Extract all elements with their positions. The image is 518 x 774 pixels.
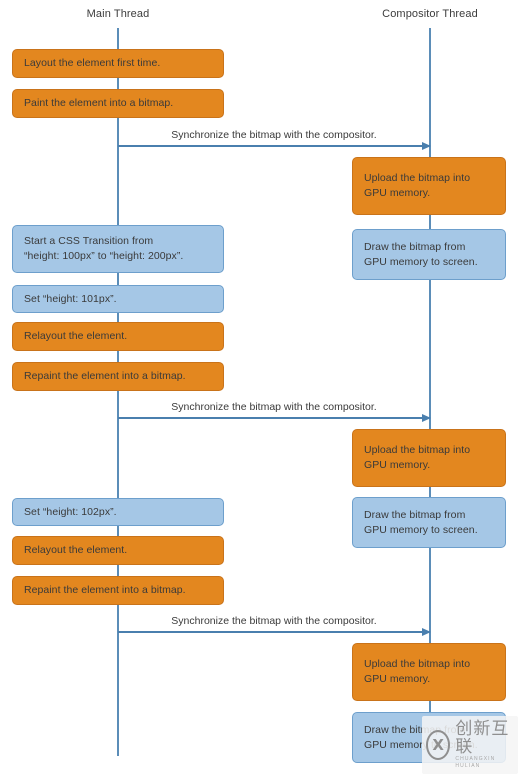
activation-box-main: Repaint the element into a bitmap.	[12, 362, 224, 391]
activation-box-main: Layout the element first time.	[12, 49, 224, 78]
arrowhead-icon	[422, 141, 431, 150]
activation-label: Draw the bitmap from GPU memory to scree…	[364, 240, 478, 268]
message-arrow	[118, 141, 431, 150]
watermark: X 创新互联 CHUANGXIN HULIAN	[422, 716, 518, 774]
activation-label: Relayout the element.	[24, 544, 128, 556]
activation-box-compositor: Upload the bitmap into GPU memory.	[352, 157, 506, 215]
lifeline-title-main: Main Thread	[86, 8, 150, 20]
sequence-diagram-canvas: Main Thread Compositor Thread Synchronize …	[0, 0, 518, 774]
activation-label: Set “height: 101px”.	[24, 292, 117, 305]
activation-label: Upload the bitmap into GPU memory.	[364, 172, 471, 199]
message-arrow	[118, 413, 431, 422]
activation-box-main: Start a CSS Transition from “height: 100…	[12, 225, 224, 273]
activation-label: Upload the bitmap into GPU memory.	[364, 658, 471, 685]
activation-label: Set “height: 102px”.	[24, 505, 117, 518]
activation-label: Start a CSS Transition from “height: 100…	[24, 235, 184, 262]
arrowhead-icon	[422, 413, 431, 422]
activation-label: Paint the element into a bitmap.	[24, 97, 174, 109]
activation-label: Repaint the element into a bitmap.	[24, 370, 186, 382]
message-arrow	[118, 627, 431, 636]
message-label: Synchronize the bitmap with the composit…	[171, 615, 377, 627]
activation-label: Relayout the element.	[24, 330, 128, 342]
activation-box-main: Set “height: 101px”.	[12, 285, 224, 313]
activation-label: Draw the bitmap from GPU memory to scree…	[364, 508, 478, 536]
lifeline-main	[117, 28, 119, 756]
activation-box-compositor: Draw the bitmap from GPU memory to scree…	[352, 497, 506, 548]
message-label: Synchronize the bitmap with the composit…	[171, 129, 377, 141]
lifeline-title-compositor: Compositor Thread	[382, 8, 478, 20]
activation-box-compositor: Upload the bitmap into GPU memory.	[352, 429, 506, 487]
message-label: Synchronize the bitmap with the composit…	[171, 401, 377, 413]
activation-label: Layout the element first time.	[24, 57, 161, 69]
activation-box-main: Relayout the element.	[12, 322, 224, 351]
activation-box-main: Repaint the element into a bitmap.	[12, 576, 224, 605]
watermark-subtitle: CHUANGXIN HULIAN	[455, 756, 496, 769]
activation-box-main: Paint the element into a bitmap.	[12, 89, 224, 118]
activation-box-compositor: Draw the bitmap from GPU memory to scree…	[352, 229, 506, 280]
activation-label: Repaint the element into a bitmap.	[24, 584, 186, 596]
watermark-name: 创新互联	[455, 719, 510, 757]
activation-label: Upload the bitmap into GPU memory.	[364, 444, 471, 471]
activation-box-main: Relayout the element.	[12, 536, 224, 565]
arrowhead-icon	[422, 627, 431, 636]
activation-box-compositor: Upload the bitmap into GPU memory.	[352, 643, 506, 701]
activation-box-main: Set “height: 102px”.	[12, 498, 224, 526]
